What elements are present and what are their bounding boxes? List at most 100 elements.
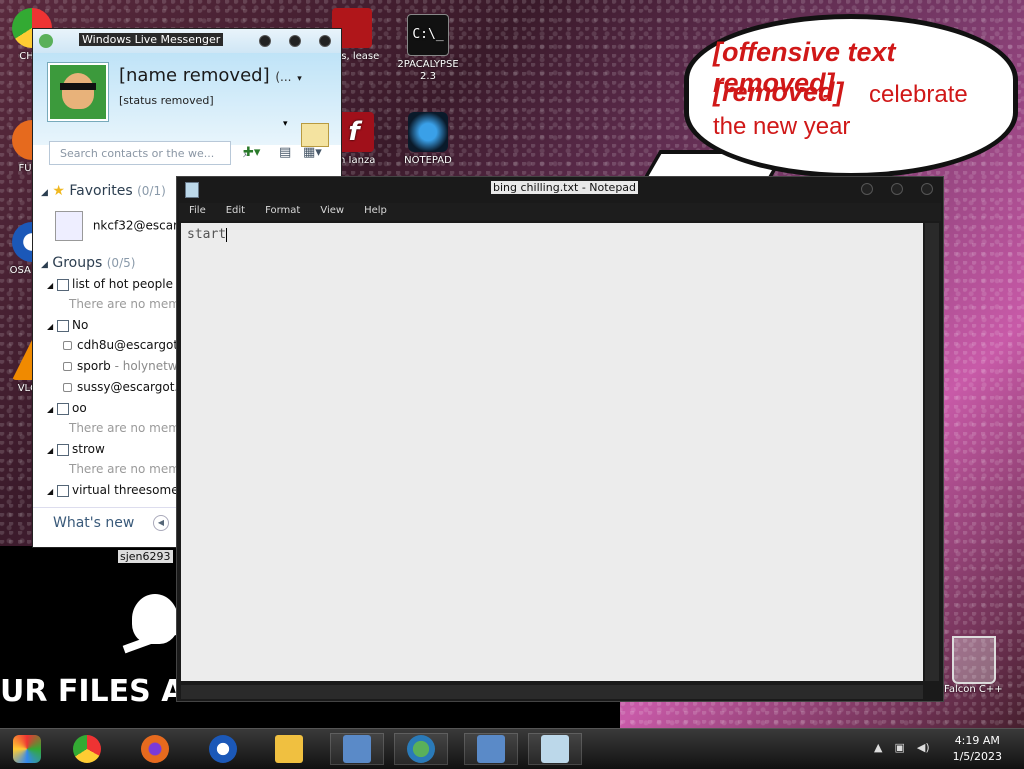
notepad-title: bing chilling.txt - Notepad xyxy=(491,181,639,194)
collapse-arrow-icon[interactable]: ◢ xyxy=(47,281,53,290)
list-item[interactable]: cdh8u@escargot.c xyxy=(63,338,188,352)
text-caret xyxy=(226,227,228,242)
group-icon xyxy=(56,319,69,332)
list-item[interactable]: sporb - holynetwor xyxy=(63,359,190,373)
text-editor[interactable]: start xyxy=(181,223,923,681)
group-row[interactable]: ◢ oo xyxy=(47,401,87,415)
group-row[interactable]: ◢ list of hot people xyxy=(47,277,173,291)
menu-format[interactable]: Format xyxy=(255,203,310,221)
contact-name: nkcf32@escarg xyxy=(92,218,186,233)
bubble-line-2-bold: [removed] xyxy=(713,77,844,107)
volume-icon[interactable]: ◀) xyxy=(917,741,930,754)
group-name: strow xyxy=(71,442,105,456)
inbox-icon[interactable] xyxy=(301,123,329,147)
minimize-button[interactable] xyxy=(259,35,271,47)
menu-edit[interactable]: Edit xyxy=(216,203,255,221)
taskbar-setup[interactable] xyxy=(330,733,384,765)
system-tray: ▲ ▣ ◀) xyxy=(874,741,930,754)
collapse-arrow-icon[interactable]: ◢ xyxy=(47,487,53,496)
taskbar-file-explorer[interactable] xyxy=(262,733,316,765)
taskbar-campaign[interactable] xyxy=(196,733,250,765)
close-button[interactable] xyxy=(319,35,331,47)
messenger-titlebar[interactable]: Windows Live Messenger xyxy=(33,29,341,53)
offline-status-icon xyxy=(63,383,72,392)
taskbar-setup-2[interactable] xyxy=(464,733,518,765)
favorites-count: (0/1) xyxy=(137,184,166,198)
maximize-button[interactable] xyxy=(891,183,903,195)
groups-count: (0/5) xyxy=(106,256,136,270)
menu-file[interactable]: File xyxy=(179,203,216,221)
group-name: list of hot people xyxy=(71,277,173,291)
notepad-window[interactable]: bing chilling.txt - Notepad File Edit Fo… xyxy=(176,176,944,702)
messenger-icon xyxy=(407,735,435,763)
window-controls xyxy=(861,183,933,195)
menu-view[interactable]: View xyxy=(310,203,354,221)
star-icon: ★ xyxy=(52,183,65,199)
taskbar-firefox[interactable] xyxy=(128,733,182,765)
status-message[interactable]: [status removed] xyxy=(119,93,289,109)
menu-help[interactable]: Help xyxy=(354,203,397,221)
tray-expand-icon[interactable]: ▲ xyxy=(874,741,882,754)
chrome-icon xyxy=(73,735,101,763)
avatar[interactable] xyxy=(48,63,108,121)
group-row[interactable]: ◢ strow xyxy=(47,442,105,456)
recycle-bin-label: Falcon C++ xyxy=(944,684,1003,695)
maximize-button[interactable] xyxy=(289,35,301,47)
group-row[interactable]: ◢ No xyxy=(47,318,88,332)
chevron-down-icon[interactable]: ▾ xyxy=(297,74,302,84)
taskbar-notepad[interactable] xyxy=(528,733,582,765)
setup-icon xyxy=(343,735,371,763)
search-input[interactable]: Search contacts or the we... xyxy=(49,141,231,165)
options-icon[interactable]: ▦▾ xyxy=(303,145,322,161)
vertical-scrollbar[interactable] xyxy=(925,223,939,681)
contact-name: sussy@escargot.c xyxy=(77,380,185,394)
start-orb-icon xyxy=(13,735,41,763)
desktop-icon-2pacalypse[interactable]: C:\_ 2PACALYPSE 2.3 xyxy=(396,14,460,83)
group-name: oo xyxy=(71,401,87,415)
start-button[interactable] xyxy=(0,733,54,765)
status-dropdown-chevron-icon[interactable]: ▾ xyxy=(283,119,288,129)
collapse-arrow-icon[interactable]: ◢ xyxy=(41,188,48,198)
group-icon xyxy=(56,443,69,456)
group-icon xyxy=(56,402,69,415)
skull-icon xyxy=(132,594,178,644)
minimize-button[interactable] xyxy=(861,183,873,195)
ransom-window-title: sjen6293 xyxy=(118,550,173,563)
recycle-bin-icon[interactable] xyxy=(952,636,996,684)
status-suffix: (... xyxy=(275,70,292,84)
campaign-logo-icon xyxy=(209,735,237,763)
groups-header[interactable]: ◢ Groups (0/5) xyxy=(41,255,135,271)
collapse-arrow-icon[interactable]: ◢ xyxy=(47,446,53,455)
messenger-title: Windows Live Messenger xyxy=(79,33,224,46)
taskbar-chrome[interactable] xyxy=(60,733,114,765)
contact-avatar-icon xyxy=(55,211,83,241)
group-empty-text: There are no memb xyxy=(69,297,188,311)
taskbar-messenger[interactable] xyxy=(394,733,448,765)
group-row[interactable]: ◢ virtual threesome xyxy=(47,483,179,497)
list-item[interactable]: nkcf32@escarg xyxy=(55,211,185,241)
groups-label: Groups xyxy=(52,255,103,271)
horizontal-scrollbar[interactable] xyxy=(181,685,923,699)
console-icon: C:\_ xyxy=(407,14,449,56)
list-item[interactable]: sussy@escargot.c xyxy=(63,380,185,394)
desktop-icon-notepad[interactable]: NOTEPAD xyxy=(396,112,460,167)
layout-icon[interactable]: ▤ xyxy=(279,145,297,161)
status-message-text: [status removed] xyxy=(119,94,214,107)
network-icon[interactable]: ▣ xyxy=(894,741,904,754)
clock[interactable]: 4:19 AM 1/5/2023 xyxy=(953,733,1002,765)
collapse-arrow-icon[interactable]: ◢ xyxy=(41,260,48,270)
collapse-arrow-icon[interactable]: ◢ xyxy=(47,322,53,331)
group-name: No xyxy=(71,318,89,332)
clock-date: 1/5/2023 xyxy=(952,750,1002,763)
close-button[interactable] xyxy=(921,183,933,195)
bubble-line-3: the new year xyxy=(713,113,851,140)
desktop-icon-label: 2PACALYPSE 2.3 xyxy=(397,59,459,82)
favorites-label: Favorites xyxy=(69,183,133,199)
previous-arrow-icon[interactable]: ◀ xyxy=(153,515,169,531)
add-contact-icon[interactable]: ✚▾ xyxy=(243,145,261,161)
favorites-header[interactable]: ◢ ★ Favorites (0/1) xyxy=(41,183,166,199)
display-name[interactable]: [name removed] (... ▾ xyxy=(119,65,302,86)
collapse-arrow-icon[interactable]: ◢ xyxy=(47,405,53,414)
group-icon xyxy=(56,484,69,497)
contact-name: sporb xyxy=(77,359,111,373)
